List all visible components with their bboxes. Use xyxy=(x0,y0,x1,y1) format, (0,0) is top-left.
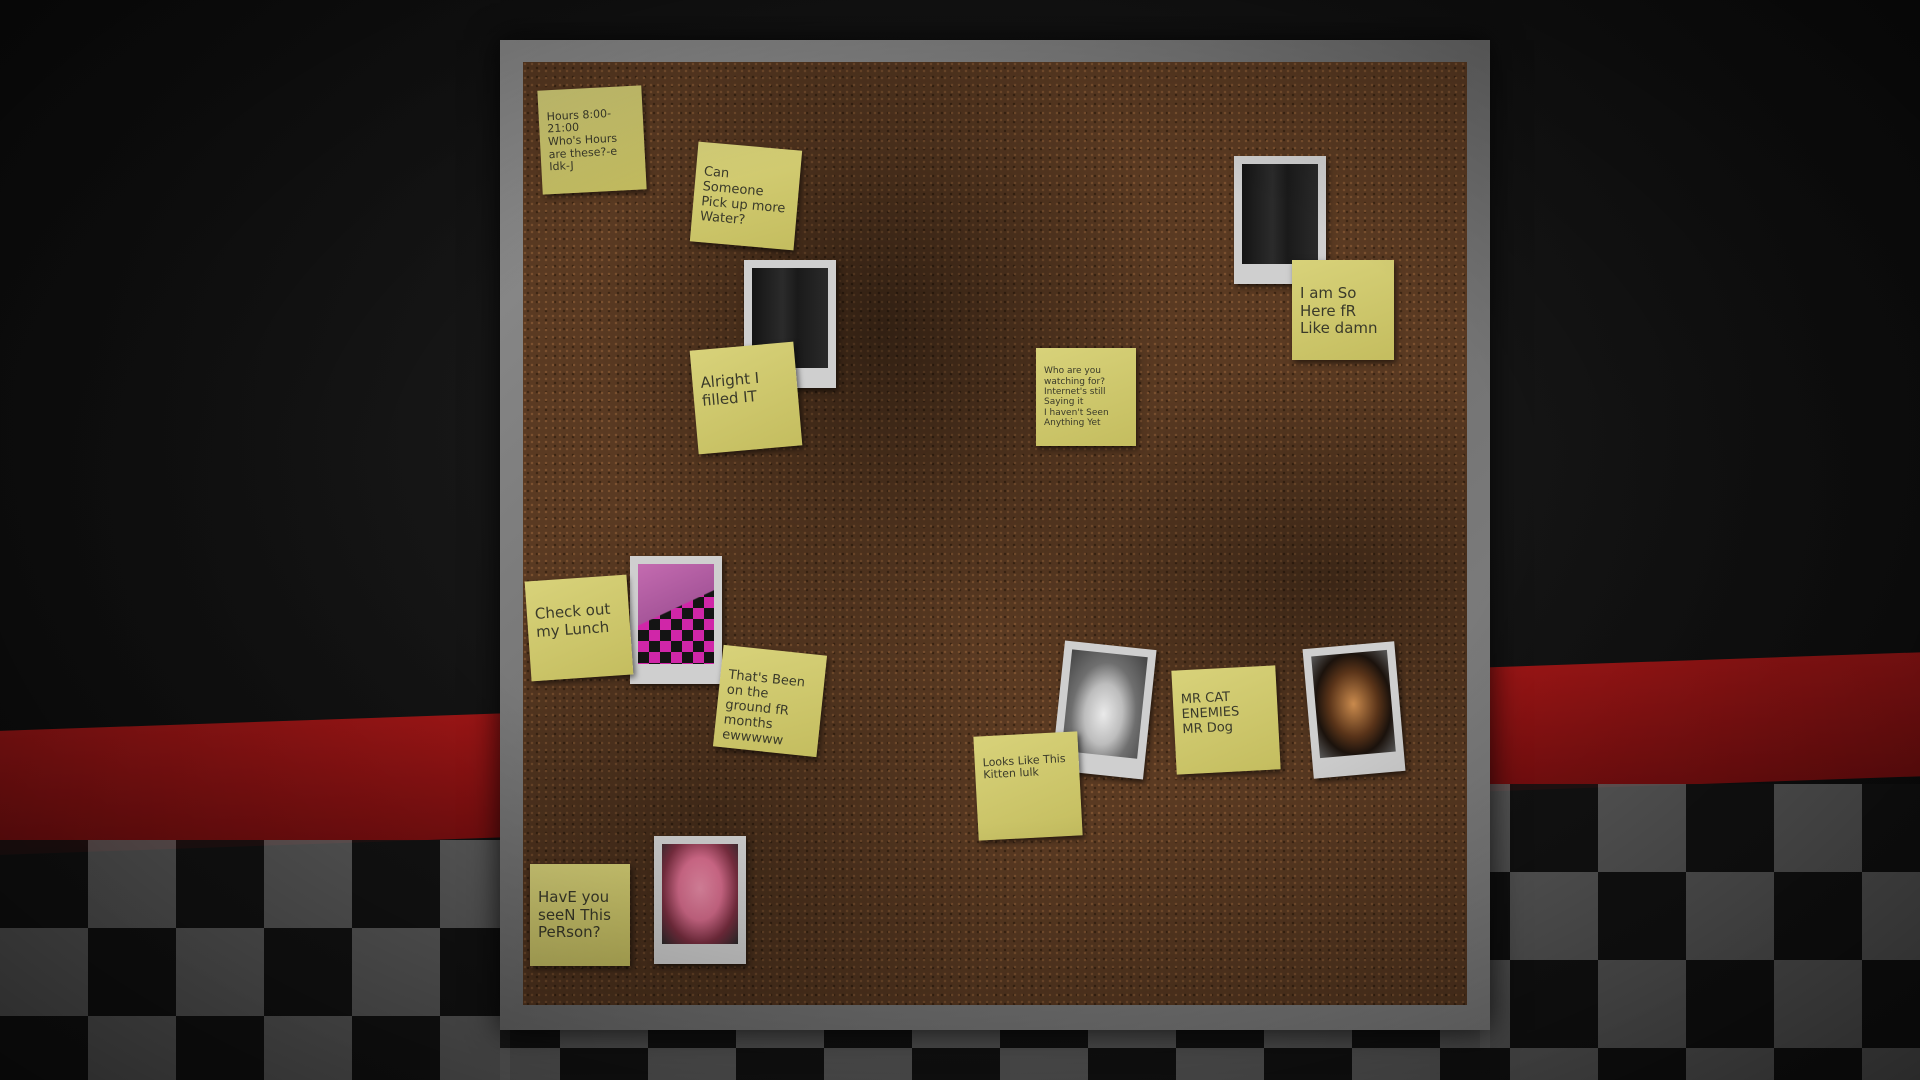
note-water[interactable]: Can Someone Pick up more Water? xyxy=(689,141,803,251)
note-person[interactable]: HavE you seeN This PeRson? xyxy=(530,864,630,966)
note-watching-text: Who are you watching for? Internet's sti… xyxy=(1044,366,1109,429)
note-alright-text: Alright I filled IT xyxy=(699,369,760,410)
note-lunch[interactable]: Check out my Lunch xyxy=(524,574,634,682)
note-hours[interactable]: Hours 8:00-21:00 Who's Hours are these?-… xyxy=(537,85,647,195)
note-watching[interactable]: Who are you watching for? Internet's sti… xyxy=(1036,348,1136,446)
photo-pink-room[interactable] xyxy=(630,556,722,684)
checkered-wall-bottom xyxy=(500,1028,1490,1080)
note-here[interactable]: I am So Here fR Like damn xyxy=(1292,260,1394,360)
red-wall-stripe-right xyxy=(1480,652,1920,792)
checkered-wall-right xyxy=(1480,784,1920,1080)
note-cat[interactable]: Looks Like This Kitten lulk xyxy=(973,731,1083,841)
note-lunch-text: Check out my Lunch xyxy=(534,600,611,641)
note-ground-text: That's Been on the ground fR months ewww… xyxy=(721,667,806,749)
note-here-text: I am So Here fR Like damn xyxy=(1300,284,1378,337)
note-ground[interactable]: That's Been on the ground fR months ewww… xyxy=(712,644,828,758)
note-enemies-text: MR CAT ENEMIES MR Dog xyxy=(1180,689,1240,738)
door-photo-icon xyxy=(1242,164,1318,264)
photo-person[interactable] xyxy=(654,836,746,964)
note-water-text: Can Someone Pick up more Water? xyxy=(699,164,786,228)
note-alright[interactable]: Alright I filled IT xyxy=(689,341,803,455)
note-cat-text: Looks Like This Kitten lulk xyxy=(982,751,1066,782)
note-person-text: HavE you seeN This PeRson? xyxy=(538,888,611,941)
checkered-wall-left xyxy=(0,840,510,1080)
scene: Hours 8:00-21:00 Who's Hours are these?-… xyxy=(0,0,1920,1080)
note-hours-text: Hours 8:00-21:00 Who's Hours are these?-… xyxy=(546,106,618,174)
note-enemies[interactable]: MR CAT ENEMIES MR Dog xyxy=(1171,665,1281,775)
red-wall-stripe-left xyxy=(0,713,510,855)
person-photo-icon xyxy=(662,844,738,944)
photo-dog[interactable] xyxy=(1302,641,1406,779)
pink-room-photo-icon xyxy=(638,564,714,664)
dog-photo-icon xyxy=(1311,649,1396,759)
